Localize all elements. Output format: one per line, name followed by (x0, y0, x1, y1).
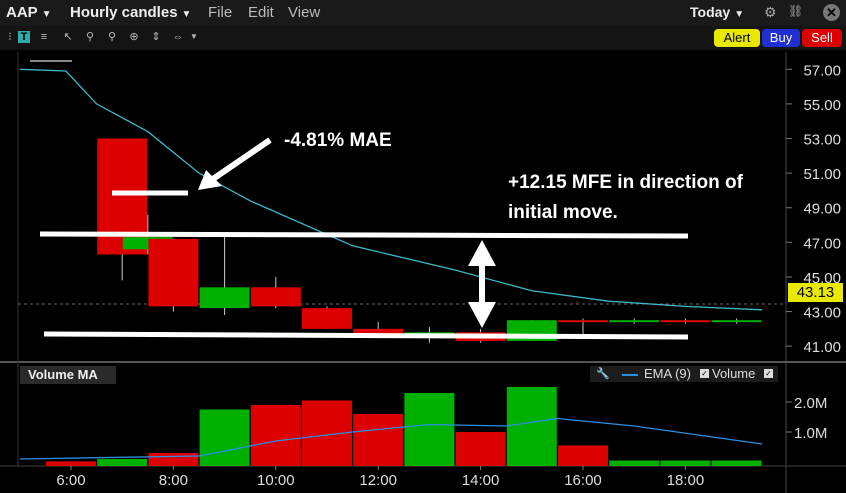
ema-legend-label: EMA (9) (644, 366, 691, 381)
volume-bar (609, 460, 660, 466)
time-tick-label: 10:00 (257, 472, 295, 489)
price-tick-label: 41.00 (803, 339, 841, 356)
volume-bar (250, 405, 301, 466)
time-tick-label: 16:00 (564, 472, 602, 489)
volume-bar (199, 409, 250, 466)
checkbox-icon[interactable]: ✓ (700, 369, 709, 378)
price-tick-label: 51.00 (803, 166, 841, 183)
volume-tick-label: 2.0M (794, 395, 827, 412)
entry-level-line[interactable] (39, 231, 689, 239)
checkbox-icon[interactable]: ✓ (764, 369, 773, 378)
time-tick-label: 14:00 (462, 472, 500, 489)
volume-bar (660, 460, 711, 466)
volume-legend: 🔧 EMA (9) ✓ Volume ✓ (590, 366, 778, 382)
volume-axis: 2.0M 1.0M (786, 395, 827, 442)
volume-panel-title: Volume MA (20, 366, 116, 384)
volume-bar (404, 393, 455, 466)
ema-legend-swatch (622, 366, 638, 376)
price-tick-label: 57.00 (803, 62, 841, 79)
candle-body (711, 320, 762, 323)
mfe-annotation-line2: initial move. (508, 202, 618, 223)
time-tick-label: 18:00 (667, 472, 705, 489)
volume-legend-label: Volume (712, 366, 756, 381)
price-chart[interactable]: 57.0055.0053.0051.0049.0047.0045.0043.00… (0, 0, 846, 493)
price-tick-label: 47.00 (803, 235, 841, 252)
price-axis: 57.0055.0053.0051.0049.0047.0045.0043.00… (786, 62, 841, 356)
volume-tick-label: 1.0M (794, 425, 827, 442)
candle-body (250, 287, 301, 307)
volume-bar (46, 461, 96, 466)
volume-bar (558, 445, 608, 466)
wrench-icon[interactable]: 🔧 (596, 366, 610, 382)
price-tick-label: 53.00 (803, 132, 841, 149)
last-price-tag: 43.13 (788, 283, 843, 302)
mae-annotation: -4.81% MAE (284, 130, 392, 151)
time-tick-label: 8:00 (159, 472, 188, 489)
time-axis: 6:00 8:00 10:00 12:00 14:00 16:00 18:00 (56, 466, 704, 489)
candle-body (302, 308, 352, 329)
time-tick-label: 12:00 (359, 472, 397, 489)
volume-bar (711, 460, 762, 466)
volume-bar (97, 459, 148, 466)
mfe-annotation-line1: +12.15 MFE in direction of (508, 172, 743, 193)
volume-bar (353, 414, 404, 466)
candle-body (148, 238, 199, 307)
candle-body (199, 287, 250, 309)
time-tick-label: 6:00 (56, 472, 85, 489)
candle-body (558, 320, 608, 323)
candle-body (609, 320, 660, 323)
candles-layer (97, 138, 762, 343)
mfe-level-line[interactable] (43, 331, 689, 340)
candle-body (97, 138, 148, 255)
arrowhead-up (468, 240, 496, 266)
volume-bar (455, 432, 506, 466)
arrowhead-down (468, 302, 496, 328)
volume-bar (148, 453, 199, 466)
price-tick-label: 55.00 (803, 97, 841, 114)
price-tick-label: 43.00 (803, 305, 841, 322)
candle-body (660, 320, 711, 323)
mae-arrow[interactable] (208, 137, 272, 184)
volume-bar (506, 387, 557, 466)
price-tick-label: 49.00 (803, 201, 841, 218)
